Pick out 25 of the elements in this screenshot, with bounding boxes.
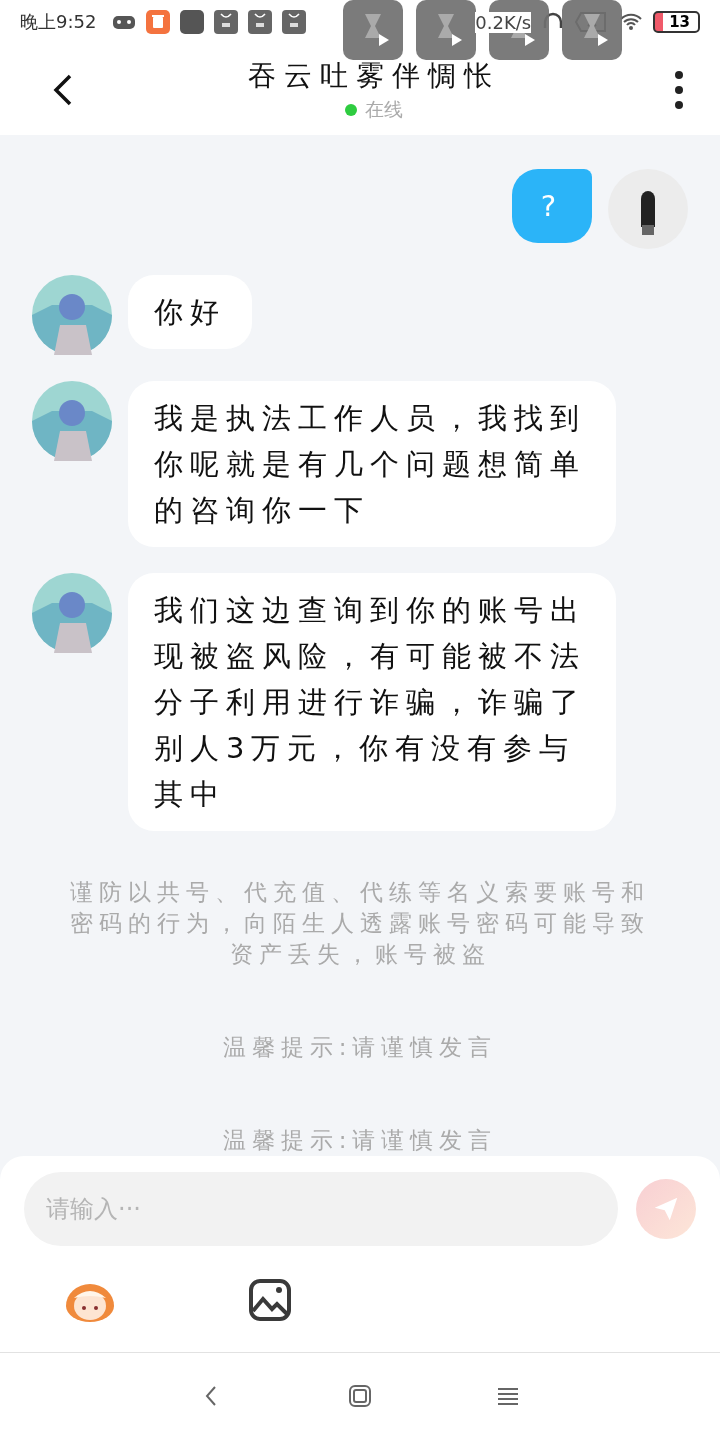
status-time: 晚上9:52 xyxy=(20,10,97,35)
floating-video-button[interactable] xyxy=(343,0,403,60)
floating-video-button[interactable] xyxy=(416,0,476,60)
message-bubble: ? xyxy=(512,168,592,243)
floating-video-button[interactable] xyxy=(562,0,622,60)
avatar[interactable] xyxy=(608,168,688,249)
message-bubble: 我是执法工作人员，我找到你呢就是有几个问题想简单的咨询你一下 xyxy=(128,380,616,547)
system-notice: 温馨提示:请谨慎发言 xyxy=(221,1125,499,1155)
shopping-bag-icon xyxy=(214,10,239,35)
battery-indicator: 13 xyxy=(653,11,700,34)
image-icon[interactable] xyxy=(248,1277,292,1322)
shopping-bag-icon xyxy=(282,10,307,35)
shopping-bag-icon xyxy=(248,10,273,35)
app-icon xyxy=(180,10,205,35)
system-notice: 温馨提示:请谨慎发言 xyxy=(221,1032,499,1062)
more-icon[interactable] xyxy=(674,69,684,110)
message-input[interactable]: 请输入··· xyxy=(24,1171,618,1246)
chat-title: 吞云吐雾伴惆怅 xyxy=(248,57,500,94)
message-bubble: 我们这边查询到你的账号出现被盗风险，有可能被不法分子利用进行诈骗，诈骗了别人3万元，你有没有参与其中 xyxy=(128,572,616,831)
system-notice: 谨防以共号、代充值、代练等名义索要账号和密码的行为，向陌生人透露账号密码可能导致资产丢失，账号被盗 xyxy=(69,877,651,969)
online-status: 在线 xyxy=(365,96,403,122)
home-nav-icon[interactable] xyxy=(348,1384,372,1409)
network-speed: 0.2K/s xyxy=(475,11,532,33)
trash-icon xyxy=(146,10,171,35)
message-bubble: 你好 xyxy=(128,274,252,349)
